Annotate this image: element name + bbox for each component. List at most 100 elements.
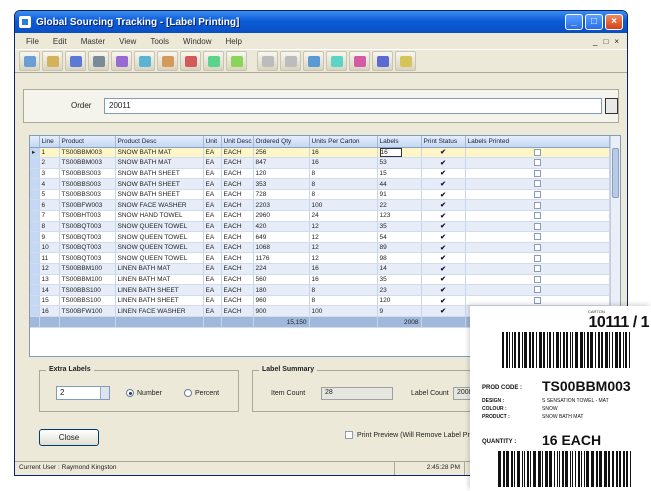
labels-printed-cell[interactable]	[465, 157, 610, 169]
grid-cell[interactable]: 15	[377, 168, 422, 180]
labels-printed-checkbox[interactable]	[533, 222, 541, 230]
labels-printed-cell[interactable]	[465, 252, 610, 265]
menu-tools[interactable]: Tools	[143, 37, 176, 46]
labels-printed-cell[interactable]	[465, 210, 610, 222]
row-selector[interactable]	[30, 305, 40, 317]
grid-cell[interactable]: 98	[377, 252, 422, 265]
labels-printed-cell[interactable]	[465, 168, 610, 180]
help-button[interactable]	[372, 51, 393, 71]
grid-cell[interactable]: 89	[377, 242, 422, 254]
grid-cell[interactable]: 120	[377, 295, 422, 307]
order-lookup-button[interactable]	[605, 98, 618, 114]
grid-cell[interactable]: 54	[377, 231, 422, 243]
grid-header-cell[interactable]: Labels Printed	[465, 136, 610, 148]
grid-cell[interactable]: 14	[377, 263, 422, 275]
labels-edit-input[interactable]: 16	[379, 147, 402, 157]
table-row[interactable]: 12 TS00BBM100 LINEN BATH MAT EA EACH 224 16 14 ✔	[30, 263, 610, 275]
row-selector[interactable]	[30, 263, 40, 275]
labels-printed-cell[interactable]	[465, 242, 610, 254]
cut-button[interactable]	[111, 51, 132, 71]
mdi-minimize-button[interactable]: _	[593, 37, 597, 46]
table-row[interactable]: 3 TS00BBS003 SNOW BATH SHEET EA EACH 120 8 15 ✔	[30, 168, 610, 180]
labels-printed-checkbox[interactable]	[533, 159, 541, 167]
table-row[interactable]: 14 TS00BBS100 LINEN BATH SHEET EA EACH 180 8 23…	[30, 284, 610, 296]
save-button[interactable]	[65, 51, 86, 71]
table-row[interactable]: 6 TS00BFW003 SNOW FACE WASHER EA EACH 2203 100…	[30, 199, 610, 212]
prev-button[interactable]	[280, 51, 301, 71]
grid-header-cell[interactable]: Labels	[377, 136, 422, 148]
labels-printed-checkbox[interactable]	[533, 191, 541, 199]
print-button[interactable]	[88, 51, 109, 71]
close-button[interactable]: Close	[39, 429, 99, 446]
row-selector[interactable]	[30, 157, 40, 169]
grid-header-cell[interactable]: Ordered Qty	[253, 136, 310, 148]
table-row[interactable]: 10 TS00BQT003 SNOW QUEEN TOWEL EA EACH 1068 12…	[30, 242, 610, 254]
open-button[interactable]	[42, 51, 63, 71]
row-selector[interactable]	[30, 210, 40, 222]
grid-header-cell[interactable]: Print Status	[421, 136, 466, 148]
menu-view[interactable]: View	[112, 37, 143, 46]
labels-printed-checkbox[interactable]	[533, 297, 541, 304]
menu-window[interactable]: Window	[176, 37, 218, 46]
paste-button[interactable]	[157, 51, 178, 71]
find-button[interactable]	[203, 51, 224, 71]
labels-printed-cell[interactable]	[465, 147, 610, 159]
grid-header-cell[interactable]: Product	[59, 136, 116, 148]
labels-printed-cell[interactable]	[465, 189, 610, 201]
grid-cell[interactable]: 22	[377, 199, 422, 212]
refresh-button[interactable]	[226, 51, 247, 71]
labels-printed-checkbox[interactable]	[533, 148, 541, 156]
row-selector[interactable]	[30, 231, 40, 243]
row-selector[interactable]	[30, 178, 40, 190]
row-selector[interactable]	[30, 295, 40, 307]
grid-cell[interactable]: 9	[377, 305, 422, 317]
menu-edit[interactable]: Edit	[46, 37, 74, 46]
labels-printed-checkbox[interactable]	[533, 275, 541, 283]
title-bar[interactable]: Global Sourcing Tracking - [Label Printi…	[15, 11, 627, 33]
delete-button[interactable]	[180, 51, 201, 71]
labels-printed-cell[interactable]	[465, 221, 610, 233]
extra-labels-spinner[interactable]: 2	[56, 386, 110, 400]
table-row[interactable]: 13 TS00BBM100 LINEN BATH MAT EA EACH 560 16 35 ✔	[30, 274, 610, 286]
labels-printed-cell[interactable]	[465, 178, 610, 190]
menu-help[interactable]: Help	[218, 37, 248, 46]
row-selector[interactable]	[30, 242, 40, 254]
order-field[interactable]: 20011	[104, 98, 602, 114]
mdi-restore-button[interactable]: □	[603, 37, 608, 46]
first-button[interactable]	[257, 51, 278, 71]
grid-header-cell[interactable]: Unit Desc	[221, 136, 254, 148]
grid-cell[interactable]: 44	[377, 178, 422, 190]
labels-printed-checkbox[interactable]	[533, 254, 541, 262]
grid-cell[interactable]: 23	[377, 284, 422, 296]
last-button[interactable]	[326, 51, 347, 71]
table-row[interactable]: 4 TS00BBS003 SNOW BATH SHEET EA EACH 353 8 44 ✔	[30, 178, 610, 190]
grid-header-cell[interactable]: Line	[39, 136, 60, 148]
mdi-close-button[interactable]: ×	[614, 37, 619, 46]
row-selector[interactable]	[30, 189, 40, 201]
scroll-thumb[interactable]	[612, 148, 619, 198]
table-row[interactable]: 7 TS00BHT003 SNOW HAND TOWEL EA EACH 2960 24 12…	[30, 210, 610, 222]
grid-header-cell[interactable]	[30, 136, 40, 148]
grid-cell[interactable]: 35	[377, 221, 422, 233]
row-selector[interactable]	[30, 168, 40, 180]
close-window-button[interactable]: ×	[605, 14, 623, 30]
labels-printed-checkbox[interactable]	[533, 244, 541, 252]
labels-printed-checkbox[interactable]	[533, 169, 541, 177]
radio-percent[interactable]: Percent	[184, 389, 219, 397]
grid-header-cell[interactable]: Units Per Carton	[309, 136, 378, 148]
table-row[interactable]: 9 TS00BQT003 SNOW QUEEN TOWEL EA EACH 649 12 54…	[30, 231, 610, 243]
menu-master[interactable]: Master	[74, 37, 112, 46]
labels-printed-checkbox[interactable]	[533, 286, 541, 294]
labels-printed-cell[interactable]	[465, 199, 610, 212]
grid-header-cell[interactable]: Product Desc	[115, 136, 204, 148]
report-button[interactable]	[349, 51, 370, 71]
table-row[interactable]: 2 TS00BBM003 SNOW BATH MAT EA EACH 847 16 53 ✔	[30, 157, 610, 169]
next-button[interactable]	[303, 51, 324, 71]
labels-printed-checkbox[interactable]	[533, 233, 541, 241]
labels-printed-checkbox[interactable]	[533, 212, 541, 220]
table-row[interactable]: 8 TS00BQT003 SNOW QUEEN TOWEL EA EACH 420 12 35…	[30, 221, 610, 233]
new-button[interactable]	[19, 51, 40, 71]
row-selector[interactable]	[30, 199, 40, 212]
labels-printed-cell[interactable]	[465, 274, 610, 286]
print-preview-checkbox[interactable]	[345, 431, 353, 439]
